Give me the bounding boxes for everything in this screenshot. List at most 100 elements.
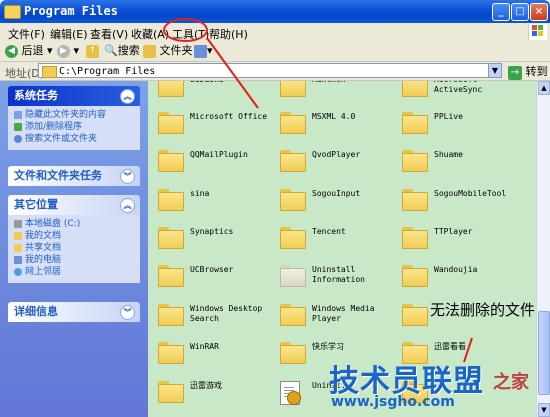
folder-icon (158, 265, 184, 287)
folder-icon (158, 342, 184, 364)
file-item[interactable]: PPLive (396, 108, 524, 146)
menu-file[interactable]: 文件(F) (8, 26, 45, 42)
address-input[interactable]: C:\Program Files (38, 63, 490, 78)
place-local-disk[interactable]: 本地磁盘 (C:) (14, 219, 134, 230)
menu-edit[interactable]: 编辑(E) (50, 26, 88, 42)
file-item[interactable]: SogouInput (274, 185, 402, 223)
views-icon (194, 44, 207, 58)
folder-body (158, 153, 184, 172)
back-label: 后退 (21, 44, 44, 57)
file-name: WinRAR (190, 342, 219, 351)
go-button[interactable]: → 转到 (508, 63, 548, 80)
search-button[interactable]: 🔍搜索 (104, 43, 140, 59)
details-header[interactable]: 详细信息 ︾ (8, 302, 140, 322)
place-network[interactable]: 网上邻居 (14, 267, 134, 278)
search-label: 搜索 (117, 44, 140, 57)
scroll-thumb[interactable] (538, 311, 550, 395)
file-item[interactable]: Microsoft ActiveSync (396, 81, 524, 109)
folder-body (280, 115, 306, 134)
file-name: SogouMobileTool (434, 189, 507, 198)
window-title: Program Files (24, 4, 118, 18)
file-item[interactable]: QvodPlayer (274, 146, 402, 184)
back-arrow-icon: ◀ (5, 44, 18, 58)
collapse-icon[interactable]: ︽ (120, 198, 135, 213)
file-name: SogouInput (312, 189, 361, 198)
file-item[interactable]: LuDaShi (152, 81, 280, 109)
expand-icon[interactable]: ︾ (120, 169, 135, 184)
file-item[interactable]: QQMailPlugin (152, 146, 280, 184)
menu-help[interactable]: 帮助(H) (209, 26, 248, 42)
folder-icon (158, 304, 184, 326)
back-button[interactable]: ◀ 后退 ▾ (5, 43, 53, 59)
folder-body (280, 230, 306, 249)
add-remove-icon (14, 122, 22, 131)
forward-button[interactable]: ▶ ▾ (57, 43, 79, 59)
maximize-button[interactable]: □ (511, 3, 529, 21)
folder-body (402, 230, 428, 249)
collapse-icon[interactable]: ︽ (120, 89, 135, 104)
task-add-remove-programs[interactable]: 添加/删除程序 (14, 122, 134, 133)
folder-icon (158, 112, 184, 134)
folder-body (158, 384, 184, 403)
file-name: UCBrowser (190, 265, 234, 274)
place-label: 我的文档 (25, 231, 62, 241)
system-tasks-title: 系统任务 (14, 89, 58, 102)
file-item[interactable]: Shuame (396, 146, 524, 184)
file-item[interactable]: Uninstall Information (274, 261, 402, 299)
file-item[interactable]: WinRAR (152, 338, 280, 376)
folder-body (402, 153, 428, 172)
file-item[interactable]: Maxthon (274, 81, 402, 109)
title-bar[interactable]: Program Files _ □ × (0, 0, 550, 23)
file-name: MSXML 4.0 (312, 112, 356, 121)
minimize-button[interactable]: _ (492, 3, 510, 21)
file-item[interactable]: UCBrowser (152, 261, 280, 299)
file-item[interactable]: 迅雷游戏 (152, 377, 280, 415)
folder-body (158, 307, 184, 326)
file-item[interactable]: Windows Desktop Search (152, 300, 280, 338)
folder-body (158, 81, 184, 97)
file-item[interactable]: Synaptics (152, 223, 280, 261)
address-dropdown-button[interactable]: ▼ (488, 63, 502, 78)
expand-icon[interactable]: ︾ (120, 305, 135, 320)
file-item[interactable]: MSXML 4.0 (274, 108, 402, 146)
file-item[interactable]: TTPlayer (396, 223, 524, 261)
scroll-down-button[interactable]: ▼ (538, 403, 550, 417)
computer-icon (14, 255, 22, 264)
folder-body (402, 115, 428, 134)
place-my-computer[interactable]: 我的电脑 (14, 255, 134, 266)
file-name: PPLive (434, 112, 463, 121)
file-item[interactable]: Windows Media Player (274, 300, 402, 338)
other-places-header[interactable]: 其它位置 ︽ (8, 195, 140, 215)
folder-icon (280, 189, 306, 211)
folder-body (280, 81, 306, 97)
file-name: sina (190, 189, 210, 198)
system-tasks-header[interactable]: 系统任务 ︽ (8, 86, 140, 106)
task-search-files[interactable]: 搜索文件或文件夹 (14, 134, 134, 145)
vertical-scrollbar[interactable]: ▲ ▼ (536, 81, 550, 417)
close-button[interactable]: × (530, 3, 548, 21)
task-pane: 系统任务 ︽ 隐藏此文件夹的内容 添加/删除程序 搜索文件或文件夹 文件和文件夹… (0, 81, 148, 417)
folder-icon (158, 189, 184, 211)
file-item[interactable]: SogouMobileTool (396, 185, 524, 223)
task-hide-folder-contents[interactable]: 隐藏此文件夹的内容 (14, 110, 134, 121)
up-folder-button[interactable]: ↑ (86, 43, 99, 59)
place-my-documents[interactable]: 我的文档 (14, 231, 134, 242)
menu-view[interactable]: 查看(V) (90, 26, 128, 42)
search-icon: 🔍 (104, 44, 118, 57)
views-button[interactable]: ▾ (194, 43, 213, 59)
file-name: QQMailPlugin (190, 150, 248, 159)
folder-icon (402, 265, 428, 287)
file-tasks-header[interactable]: 文件和文件夹任务 ︾ (8, 166, 140, 186)
file-item[interactable]: Tencent (274, 223, 402, 261)
folders-button[interactable]: 文件夹 (143, 43, 193, 59)
tools-menu-highlight (163, 18, 208, 42)
annotation-label: 无法删除的文件 (430, 301, 536, 319)
file-item[interactable]: Microsoft Office (152, 108, 280, 146)
scroll-up-button[interactable]: ▲ (538, 81, 550, 95)
folder-body (280, 153, 306, 172)
go-label: 转到 (525, 65, 548, 78)
folder-icon (280, 304, 306, 326)
file-item[interactable]: sina (152, 185, 280, 223)
place-shared-documents[interactable]: 共享文档 (14, 243, 134, 254)
file-item[interactable]: Wandoujia (396, 261, 524, 299)
